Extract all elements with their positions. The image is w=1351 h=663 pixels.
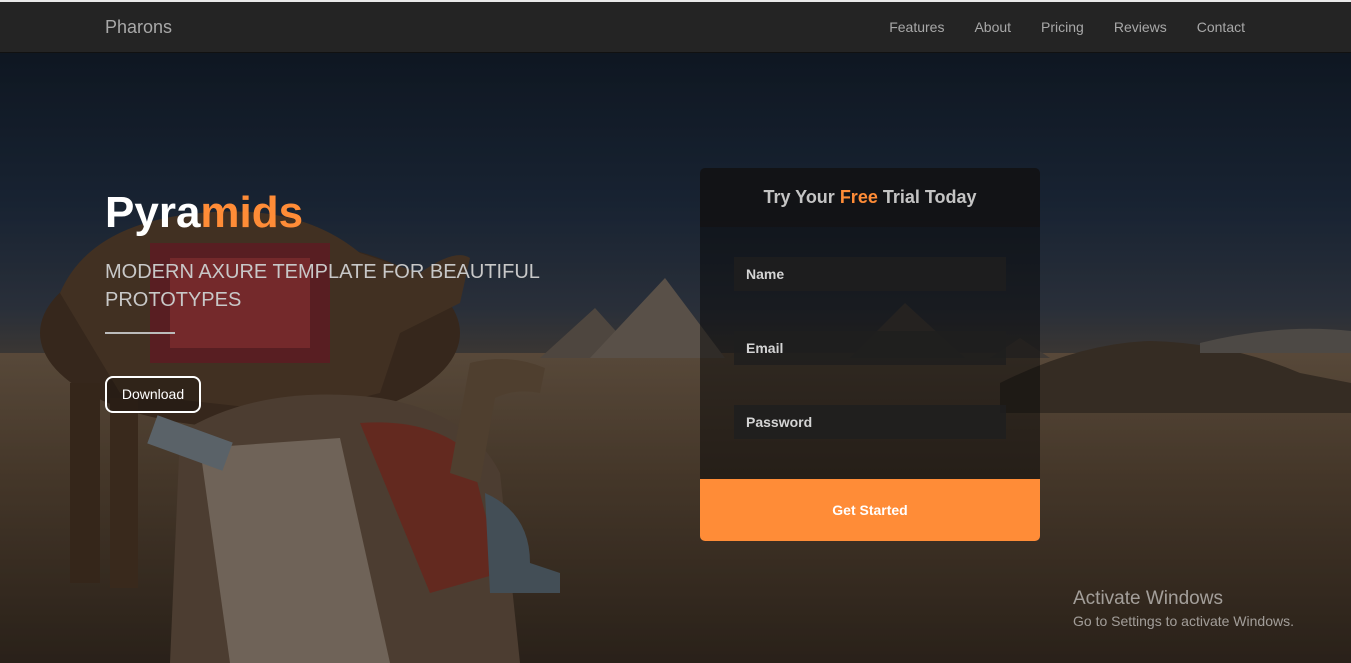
form-heading-part2: Trial Today	[877, 187, 977, 207]
nav-link-reviews[interactable]: Reviews	[1114, 19, 1167, 35]
trial-signup-form: Try Your Free Trial Today Get Started	[700, 168, 1040, 541]
name-input[interactable]	[734, 257, 1006, 291]
form-heading-accent: Free	[839, 187, 878, 207]
hero-dark-overlay	[0, 53, 1351, 663]
watermark-subtitle: Go to Settings to activate Windows.	[1073, 613, 1294, 629]
brand-logo[interactable]: Pharons	[105, 17, 172, 38]
nav-links: Features About Pricing Reviews Contact	[859, 19, 1245, 35]
hero-subtitle: MODERN AXURE TEMPLATE FOR BEAUTIFUL PROT…	[105, 261, 540, 311]
hero-divider	[105, 332, 175, 334]
form-body	[700, 227, 1040, 479]
get-started-button[interactable]: Get Started	[700, 479, 1040, 541]
download-button[interactable]: Download	[105, 376, 201, 413]
hero-section: Pyramids MODERN AXURE TEMPLATE FOR BEAUT…	[0, 53, 1351, 663]
email-input[interactable]	[734, 331, 1006, 365]
hero-title: Pyramids	[105, 189, 303, 237]
nav-link-about[interactable]: About	[974, 19, 1011, 35]
hero-title-part1: Pyra	[105, 188, 201, 237]
hero-title-accent: mids	[200, 188, 304, 237]
nav-link-features[interactable]: Features	[889, 19, 944, 35]
password-input[interactable]	[734, 405, 1006, 439]
activate-windows-watermark: Activate Windows Go to Settings to activ…	[1073, 587, 1294, 631]
nav-link-pricing[interactable]: Pricing	[1041, 19, 1084, 35]
form-heading: Try Your Free Trial Today	[700, 168, 1040, 227]
nav-link-contact[interactable]: Contact	[1197, 19, 1245, 35]
watermark-title: Activate Windows	[1073, 588, 1223, 609]
form-heading-part1: Try Your	[763, 187, 840, 207]
navbar: Pharons Features About Pricing Reviews C…	[0, 2, 1351, 53]
